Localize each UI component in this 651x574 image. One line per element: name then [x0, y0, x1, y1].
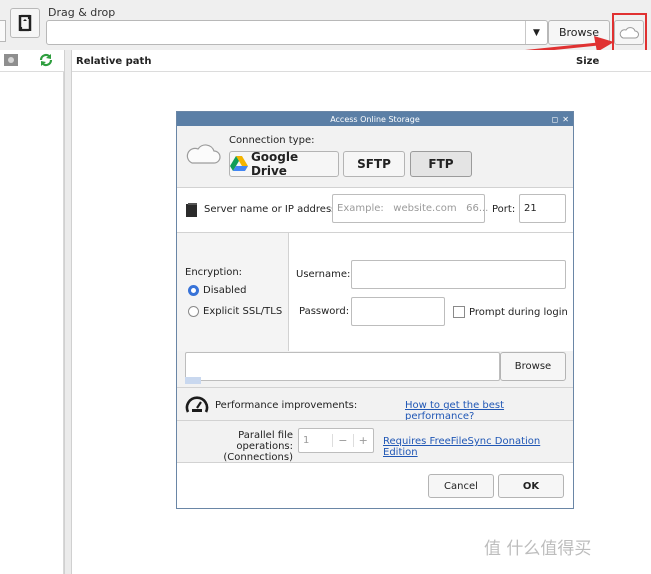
parallel-value: 1 [303, 435, 310, 446]
checkbox-box [453, 306, 465, 318]
dialog-titlebar: Access Online Storage [177, 112, 573, 126]
credentials-panel [288, 233, 573, 351]
hidden-checkbox-fragment [185, 377, 201, 384]
ok-button[interactable]: OK [498, 474, 564, 498]
parallel-label: Parallel file operations: (Connections) [185, 430, 293, 463]
password-input[interactable] [351, 297, 445, 326]
radio-disabled[interactable]: Disabled [188, 285, 246, 296]
tab-label: Google Drive [250, 150, 299, 178]
dialog-title: Access Online Storage [330, 114, 420, 124]
key-file-path-input[interactable] [185, 352, 500, 381]
refresh-icon[interactable] [38, 53, 54, 70]
swap-icon [18, 14, 32, 32]
server-placeholder: Example: website.com 66... [337, 203, 489, 214]
decrement-icon[interactable]: − [332, 434, 352, 447]
tab-sftp[interactable]: SFTP [343, 151, 405, 177]
server-input[interactable]: Example: website.com 66... [332, 194, 489, 223]
donation-link[interactable]: Requires FreeFileSync Donation Edition [383, 436, 573, 458]
panel-splitter[interactable] [64, 50, 72, 574]
maximize-icon[interactable]: ◻ [552, 115, 559, 124]
drag-drop-label: Drag & drop [48, 6, 116, 19]
radio-dot [188, 285, 199, 296]
left-side-panel [0, 72, 64, 574]
divider [177, 387, 573, 388]
performance-label: Performance improvements: [215, 400, 358, 411]
username-input[interactable] [351, 260, 566, 289]
divider [177, 420, 573, 421]
checkbox-label: Prompt during login [469, 306, 568, 318]
cancel-button[interactable]: Cancel [428, 474, 494, 498]
tab-label: SFTP [357, 157, 391, 171]
encryption-label: Encryption: [185, 267, 243, 278]
column-header-relative-path[interactable]: Relative path [76, 56, 151, 67]
password-label: Password: [299, 306, 350, 317]
swap-sides-button[interactable] [10, 8, 40, 38]
prompt-during-login-checkbox[interactable]: Prompt during login [453, 306, 568, 318]
parallel-label-line1: Parallel file operations: [236, 430, 293, 452]
radio-label: Disabled [203, 285, 247, 296]
left-edge-control[interactable] [0, 20, 6, 42]
connection-type-label: Connection type: [229, 135, 315, 146]
radio-label: Explicit SSL/TLS [203, 306, 283, 317]
watermark-logo: 值 什么值得买 [484, 539, 592, 559]
access-online-storage-dialog: Access Online Storage ◻ ✕ Connection typ… [176, 111, 574, 509]
google-drive-icon [230, 156, 248, 171]
performance-link[interactable]: How to get the best performance? [405, 400, 573, 422]
username-label: Username: [296, 269, 351, 280]
tab-google-drive[interactable]: Google Drive [229, 150, 339, 178]
speedometer-icon [185, 394, 209, 419]
increment-icon[interactable]: + [352, 434, 373, 447]
server-label: Server name or IP address: [204, 204, 340, 215]
radio-explicit-ssl[interactable]: Explicit SSL/TLS [188, 306, 282, 317]
port-input[interactable]: 21 [519, 194, 566, 223]
server-icon [186, 203, 197, 220]
view-filter-icon[interactable] [4, 54, 18, 69]
tab-ftp[interactable]: FTP [410, 151, 472, 177]
dialog-browse-button[interactable]: Browse [500, 352, 566, 381]
column-header-size[interactable]: Size [576, 56, 599, 67]
port-value: 21 [524, 203, 537, 214]
port-label: Port: [492, 204, 516, 215]
radio-dot [188, 306, 199, 317]
parallel-operations-spinner[interactable]: 1 − + [298, 428, 374, 453]
window-controls: ◻ ✕ [552, 112, 569, 126]
tab-label: FTP [428, 157, 454, 171]
cloud-large-icon [185, 142, 221, 169]
close-icon[interactable]: ✕ [562, 115, 569, 124]
